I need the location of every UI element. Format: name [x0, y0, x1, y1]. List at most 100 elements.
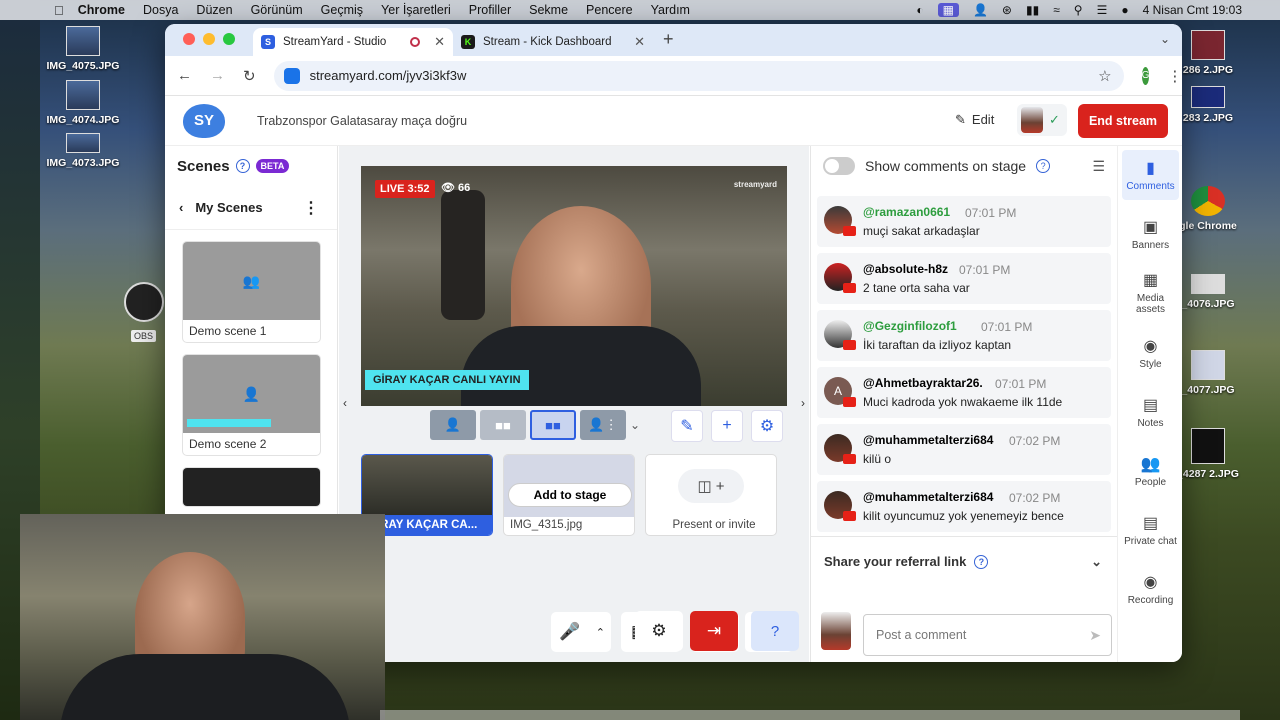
microphone-button[interactable]: 🎤 ⌃ — [551, 612, 611, 652]
scene-card[interactable]: 👥 Demo scene 1 — [182, 241, 321, 343]
sidebar-item-people[interactable]: 👥 People — [1122, 446, 1179, 496]
help-button[interactable]: ? — [751, 611, 799, 651]
bookmark-star-icon[interactable]: ☆ — [1098, 67, 1111, 85]
desktop-file[interactable]: IMG_4074.JPG — [28, 80, 138, 126]
show-comments-toggle[interactable] — [823, 157, 855, 175]
filter-icon[interactable]: ☰ — [1092, 158, 1105, 175]
stage-video[interactable]: LIVE 3:52 👁 66 streamyard GİRAY KAÇAR CA… — [361, 166, 787, 406]
tab-title: Stream - Kick Dashboard — [483, 36, 612, 48]
site-info-icon[interactable] — [283, 67, 300, 84]
siri-icon[interactable]: ● — [1121, 3, 1128, 17]
settings-gear-icon[interactable]: ⚙ — [751, 410, 783, 442]
profile-avatar[interactable]: G — [1141, 66, 1150, 85]
menu-edit[interactable]: Düzen — [196, 3, 232, 17]
wifi-icon[interactable]: ≈ — [1053, 3, 1060, 17]
sidebar-item-media-assets[interactable]: ▦ Media assets — [1122, 262, 1179, 320]
layout-solo-button[interactable]: 👤 — [430, 410, 476, 440]
menu-view[interactable]: Görünüm — [251, 3, 303, 17]
sidebar-item-style[interactable]: ◉ Style — [1122, 328, 1179, 378]
scenes-folder-row[interactable]: ‹ My Scenes ⋮ — [165, 186, 337, 230]
layout-sidebar-button[interactable]: 👤⋮ — [580, 410, 626, 440]
leave-studio-button[interactable]: ⇥ — [690, 611, 738, 651]
obs-app-icon[interactable] — [124, 282, 164, 322]
chevron-up-icon[interactable]: ⌃ — [596, 626, 605, 639]
menu-window[interactable]: Pencere — [586, 3, 633, 17]
chevron-down-icon[interactable]: ⌄ — [1091, 554, 1102, 570]
chevron-left-icon[interactable]: ‹ — [343, 396, 347, 410]
add-to-stage-button[interactable]: Add to stage — [508, 483, 632, 507]
tab-kick[interactable]: K Stream - Kick Dashboard ✕ — [453, 28, 653, 56]
forward-icon[interactable]: → — [210, 67, 225, 84]
menu-profiles[interactable]: Profiller — [469, 3, 511, 17]
end-stream-button[interactable]: End stream — [1078, 104, 1168, 138]
minimize-window-button[interactable] — [203, 33, 215, 45]
url-text[interactable]: streamyard.com/jyv3i3kf3w — [310, 68, 467, 83]
reload-icon[interactable]: ↻ — [243, 67, 256, 85]
obs-label: OBS — [131, 330, 157, 342]
back-icon[interactable]: ← — [177, 67, 192, 84]
scene-card[interactable] — [182, 467, 321, 507]
comment-author: @muhammetalterzi684 — [863, 433, 994, 447]
comment-item[interactable]: @muhammetalterzi684 07:02 PM kilü o — [817, 424, 1111, 475]
send-icon[interactable]: ➤ — [1089, 627, 1101, 644]
menu-app-name[interactable]: Chrome — [78, 3, 125, 17]
user-icon[interactable]: 👤 — [973, 3, 988, 17]
menu-file[interactable]: Dosya — [143, 3, 178, 17]
control-center-icon[interactable]: ☰ — [1097, 3, 1108, 17]
chrome-menu-icon[interactable]: ⋮ — [1167, 67, 1182, 85]
sidebar-item-notes[interactable]: ▤ Notes — [1122, 387, 1179, 437]
present-or-invite-card[interactable]: ◫ + Present or invite — [645, 454, 777, 536]
edit-layout-button[interactable]: ✎ — [671, 410, 703, 442]
camera-preview-overlay[interactable] — [20, 514, 385, 720]
chevron-right-icon[interactable]: › — [801, 396, 805, 410]
status-icon-display[interactable]: ▦ — [937, 3, 959, 17]
comment-item[interactable]: @ramazan0661 07:01 PM muçi sakat arkadaşla… — [817, 196, 1111, 247]
scene-card[interactable]: 👤 Demo scene 2 — [182, 354, 321, 456]
status-icon-circle[interactable]: ◐ — [916, 3, 923, 17]
url-field[interactable]: streamyard.com/jyv3i3kf3w ☆ — [273, 60, 1124, 91]
close-tab-icon[interactable]: ✕ — [634, 34, 645, 50]
desktop-file[interactable]: IMG_4075.JPG — [28, 26, 138, 72]
layout-group-button[interactable]: ■■ — [530, 410, 576, 440]
comment-item[interactable]: @Gezginfilozof1 07:01 PM İki taraftan da i… — [817, 310, 1111, 361]
add-button[interactable]: + — [711, 410, 743, 442]
menu-history[interactable]: Geçmiş — [321, 3, 363, 17]
chevron-left-icon[interactable]: ‹ — [179, 200, 183, 215]
sidebar-item-recording[interactable]: ◉ Recording — [1122, 564, 1179, 614]
help-icon[interactable]: ? — [235, 159, 250, 173]
menu-help[interactable]: Yardım — [651, 3, 690, 17]
apple-icon[interactable]:  — [54, 3, 64, 18]
sidebar-item-banners[interactable]: ▣ Banners — [1122, 209, 1179, 259]
desktop-file[interactable]: IMG_4073.JPG — [28, 133, 138, 169]
referral-row[interactable]: Share your referral link ? ⌄ — [811, 536, 1118, 586]
source-image-card[interactable]: Add to stage IMG_4315.jpg — [503, 454, 635, 536]
layout-split-button[interactable]: ■■ — [480, 410, 526, 440]
post-comment-input[interactable]: Post a comment ➤ — [863, 614, 1112, 656]
close-tab-icon[interactable]: ✕ — [434, 34, 445, 50]
airdrop-icon[interactable]: ⊛ — [1002, 3, 1012, 17]
battery-icon[interactable]: ▮▮ — [1026, 3, 1039, 17]
menu-bookmarks[interactable]: Yer İşaretleri — [381, 3, 451, 17]
comment-item[interactable]: @muhammetalterzi684 07:02 PM kilit oyuncum… — [817, 481, 1111, 532]
spotlight-icon[interactable]: ⚲ — [1074, 3, 1083, 17]
comment-item[interactable]: A @Ahmetbayraktar26. 07:01 PM Muci kadroda … — [817, 367, 1111, 418]
new-tab-button[interactable]: + — [663, 29, 674, 50]
comment-item[interactable]: @absolute-h8z 07:01 PM 2 tane orta saha va… — [817, 253, 1111, 304]
tab-streamyard[interactable]: S StreamYard - Studio ✕ — [253, 28, 453, 56]
settings-button[interactable]: ⚙ — [635, 611, 683, 651]
edit-button[interactable]: ✎ Edit — [955, 112, 994, 128]
menu-tab[interactable]: Sekme — [529, 3, 568, 17]
sidebar-item-private-chat[interactable]: ▤ Private chat — [1122, 505, 1179, 555]
sidebar-item-comments[interactable]: ▮ Comments — [1122, 150, 1179, 200]
tab-search-icon[interactable]: ⌄ — [1160, 32, 1170, 46]
close-window-button[interactable] — [183, 33, 195, 45]
streamyard-logo[interactable]: SY — [183, 103, 225, 138]
menubar-clock[interactable]: 4 Nisan Cmt 19:03 — [1143, 3, 1242, 17]
file-thumbnail — [1191, 86, 1225, 108]
chevron-down-icon[interactable]: ⌄ — [630, 418, 640, 432]
maximize-window-button[interactable] — [223, 33, 235, 45]
help-icon[interactable]: ? — [1036, 159, 1051, 173]
help-icon[interactable]: ? — [974, 554, 989, 569]
destination-status[interactable]: ✓ — [1017, 104, 1067, 136]
more-options-icon[interactable]: ⋮ — [303, 198, 319, 218]
